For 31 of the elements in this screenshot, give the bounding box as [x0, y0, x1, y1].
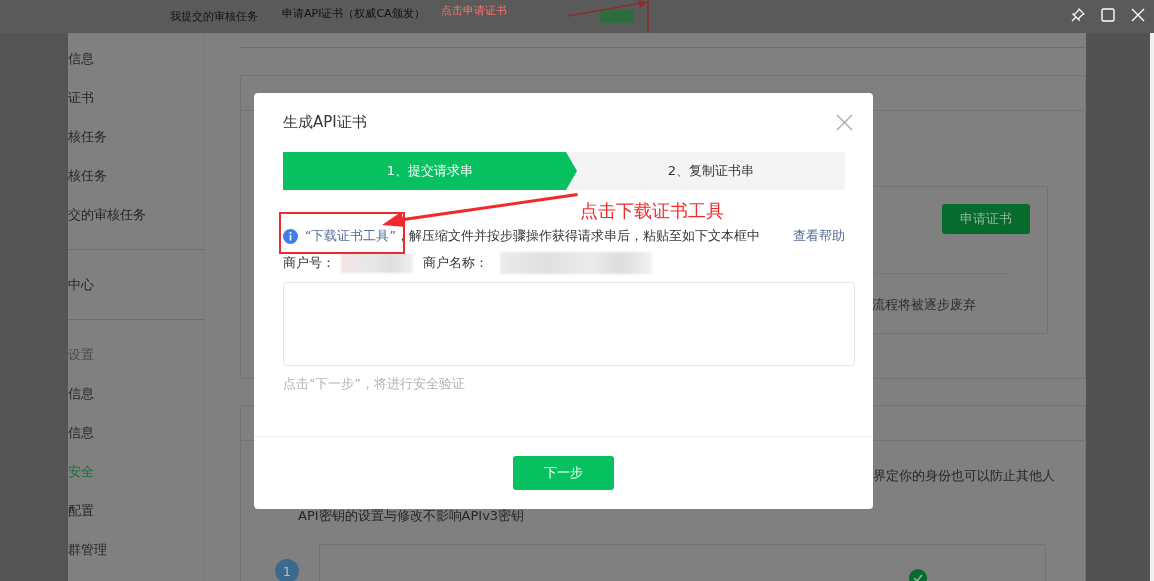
info-icon — [283, 228, 298, 244]
next-button[interactable]: 下一步 — [513, 456, 614, 490]
sidebar-item[interactable]: 信息 — [68, 39, 204, 78]
identity-note: 界定你的身份也可以防止其他人 — [873, 467, 1056, 485]
help-link[interactable]: 查看帮助 — [793, 227, 845, 245]
step-number-badge: 1 — [275, 559, 299, 581]
maximize-icon[interactable] — [1100, 7, 1116, 23]
background-title: 申请API证书（权威CA颁发） — [282, 6, 425, 21]
step-tab[interactable]: 2、复制证书串 — [566, 152, 845, 190]
deprecation-note: 流程将被逐步废弃 — [872, 296, 976, 314]
step-tab[interactable]: 1、提交请求串 — [283, 152, 577, 190]
merchant-name-label: 商户名称： — [423, 254, 488, 272]
sidebar-item[interactable]: 信息 — [68, 413, 204, 452]
sidebar-item[interactable]: 配置 — [68, 491, 204, 530]
sidebar-item[interactable]: 交的审核任务 — [68, 195, 204, 234]
sidebar-item[interactable]: 证书 — [68, 78, 204, 117]
sidebar-item[interactable]: 核任务 — [68, 117, 204, 156]
pin-icon[interactable] — [1070, 7, 1086, 23]
key-note: API密钥的设置与修改不影响APIv3密钥 — [298, 507, 526, 525]
sidebar-item[interactable]: 中心 — [68, 265, 204, 304]
instruction-text: ，解压缩文件并按步骤操作获得请求串后，粘贴至如下文本框中 — [395, 227, 760, 245]
redacted-value — [341, 253, 413, 273]
background-annotation: 点击申请证书 — [440, 3, 507, 18]
sidebar-item[interactable]: 信息 — [68, 374, 204, 413]
apply-certificate-button[interactable]: 申请证书 — [942, 204, 1030, 234]
merchant-id-label: 商户号： — [283, 254, 335, 272]
sidebar-item[interactable]: 核任务 — [68, 156, 204, 195]
dialog-title: 生成API证书 — [283, 112, 367, 132]
download-tool-link[interactable]: “下载证书工具” — [305, 227, 396, 245]
sidebar-item[interactable]: 群管理 — [68, 530, 204, 569]
annotation-label: 点击下载证书工具 — [580, 199, 724, 223]
